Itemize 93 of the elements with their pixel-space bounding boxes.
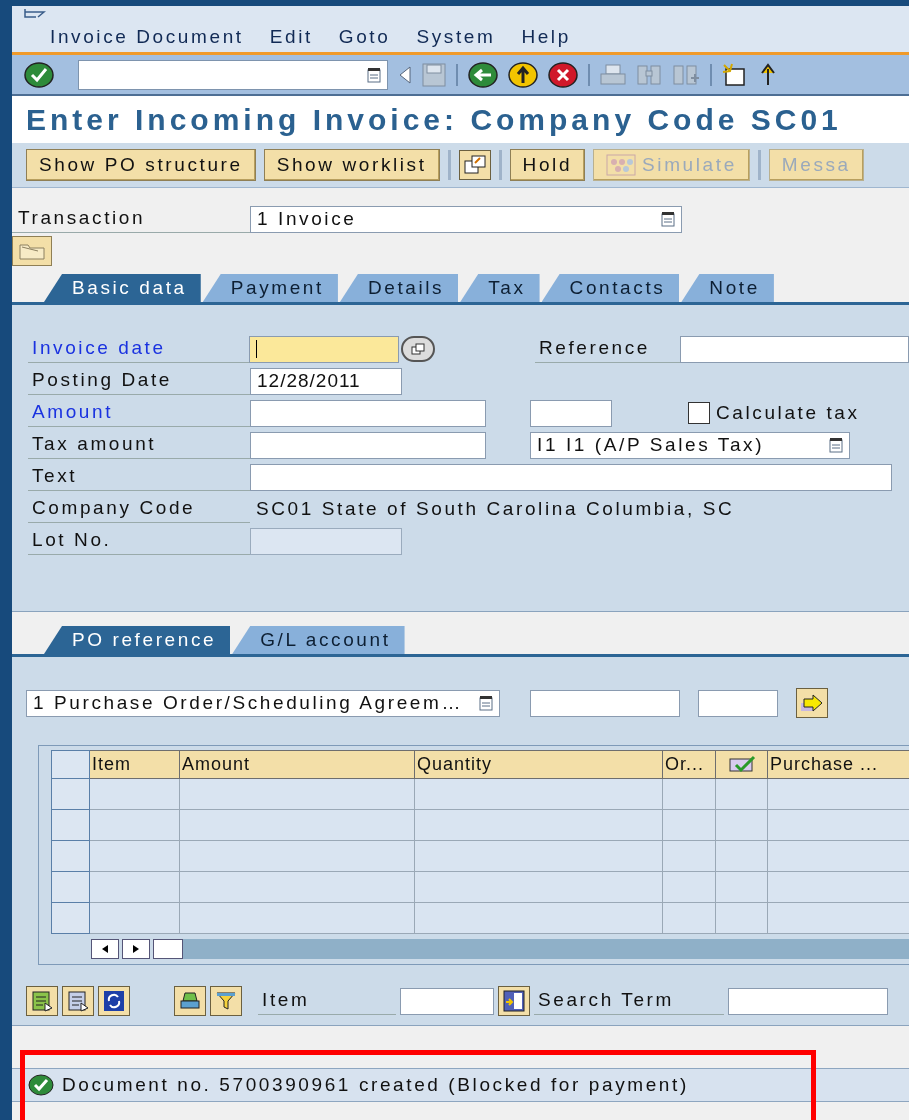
select-all-cell[interactable]: [51, 750, 90, 779]
deselect-all-icon: [67, 990, 89, 1012]
tab[interactable]: Note: [681, 274, 774, 302]
dropdown-value: 1 Purchase Order/Scheduling Agreem…: [33, 690, 463, 715]
filter-button[interactable]: [210, 986, 242, 1016]
menu-item[interactable]: Invoice Document: [50, 26, 244, 49]
scroll-left-button[interactable]: [91, 939, 119, 959]
print-icon: [179, 990, 201, 1012]
input-field[interactable]: [530, 689, 680, 717]
column-header[interactable]: [715, 750, 768, 779]
print-icon[interactable]: [600, 63, 626, 86]
command-field[interactable]: [78, 59, 388, 90]
dropdown-icon[interactable]: [479, 695, 493, 711]
right-arrow-icon: [800, 693, 824, 713]
right-arrow-icon: [132, 944, 140, 954]
transaction-dropdown[interactable]: 1 Invoice: [250, 205, 682, 233]
field-label: Search Term: [534, 987, 724, 1015]
field-label: Item: [258, 987, 396, 1015]
tab[interactable]: Basic data: [44, 274, 201, 302]
column-header[interactable]: Amount: [179, 750, 415, 779]
row-selector[interactable]: [51, 902, 90, 934]
back-triangle-icon[interactable]: [398, 64, 412, 85]
amount-field[interactable]: [250, 399, 486, 427]
status-message: Document no. 5700390961 created (Blocked for payment): [62, 1072, 689, 1097]
reference-type-dropdown[interactable]: 1 Purchase Order/Scheduling Agreem…: [26, 689, 500, 717]
left-arrow-icon: [101, 944, 109, 954]
windows-icon: [411, 343, 425, 355]
menu-item[interactable]: System: [416, 26, 496, 49]
dropdown-value: 1 Invoice: [257, 206, 357, 231]
windows-icon: [463, 155, 486, 175]
field-value: 12/28/2011: [257, 368, 361, 393]
toolbar-button[interactable]: Hold: [509, 149, 586, 181]
row-selector[interactable]: [51, 840, 90, 872]
filter-icon: [215, 990, 237, 1012]
enter-icon[interactable]: [24, 61, 54, 88]
header-toggle-button[interactable]: [12, 236, 52, 266]
field-label: Company Code: [28, 495, 250, 523]
back-icon[interactable]: [468, 61, 498, 88]
cancel-icon[interactable]: [548, 61, 578, 88]
deselect-all-button[interactable]: [62, 986, 94, 1016]
menu-item[interactable]: Edit: [269, 26, 313, 49]
field-label: Reference: [534, 335, 680, 363]
date-field[interactable]: [249, 335, 400, 363]
tax-code-dropdown[interactable]: I1 I1 (A/P Sales Tax): [530, 431, 850, 459]
search-icon: [503, 990, 525, 1012]
column-header[interactable]: Or...: [662, 750, 716, 779]
tab[interactable]: Details: [339, 274, 459, 302]
text-field[interactable]: [250, 463, 892, 491]
tab[interactable]: Payment: [202, 274, 338, 302]
menu-item[interactable]: Help: [521, 26, 571, 49]
arrow-button[interactable]: [796, 688, 828, 718]
dropdown-icon[interactable]: [661, 211, 675, 227]
menu-item[interactable]: Goto: [338, 26, 391, 49]
row-selector[interactable]: [51, 809, 90, 841]
tab[interactable]: PO reference: [44, 626, 231, 654]
search-button[interactable]: [498, 986, 530, 1016]
print-button[interactable]: [174, 986, 206, 1016]
success-icon: [28, 1074, 54, 1096]
checkbox[interactable]: [688, 402, 710, 424]
date-field[interactable]: 12/28/2011: [250, 367, 402, 395]
screen-title: Enter Incoming Invoice: Company Code SC01: [26, 102, 842, 139]
select-all-icon: [31, 990, 53, 1012]
tax-amount-field[interactable]: [250, 431, 486, 459]
dropdown-icon[interactable]: [367, 66, 381, 83]
row-selector[interactable]: [51, 871, 90, 903]
currency-field[interactable]: [530, 399, 612, 427]
scroll-right-button[interactable]: [122, 939, 150, 959]
dropdown-icon[interactable]: [829, 437, 843, 453]
tab[interactable]: Tax: [460, 274, 540, 302]
toolbar-button[interactable]: Show worklist: [263, 149, 440, 181]
input-field[interactable]: [698, 689, 778, 717]
tab[interactable]: Contacts: [541, 274, 680, 302]
company-code-value: SC01 State of South Carolina Columbia, SC: [256, 496, 735, 521]
window-icon-button[interactable]: [458, 150, 491, 180]
scrollbar[interactable]: [153, 939, 909, 959]
item-field[interactable]: [400, 987, 494, 1015]
calendar-button[interactable]: [401, 336, 435, 362]
column-header[interactable]: Item: [89, 750, 180, 779]
tab[interactable]: G/L account: [232, 626, 405, 654]
column-header[interactable]: Purchase ...: [767, 750, 909, 779]
refresh-button[interactable]: [98, 986, 130, 1016]
dropdown-value: I1 I1 (A/P Sales Tax): [537, 432, 765, 457]
column-header[interactable]: Quantity: [414, 750, 663, 779]
row-selector[interactable]: [51, 778, 90, 810]
folder-icon: [18, 241, 46, 261]
toolbar-button[interactable]: Show PO structure: [26, 149, 256, 181]
checkbox-label: Calculate tax: [716, 400, 860, 425]
refresh-icon: [103, 990, 125, 1012]
select-all-button[interactable]: [26, 986, 58, 1016]
save-icon[interactable]: [422, 62, 446, 87]
input-field[interactable]: [679, 335, 909, 363]
search-term-field[interactable]: [728, 987, 888, 1015]
field-label: Transaction: [12, 205, 250, 233]
